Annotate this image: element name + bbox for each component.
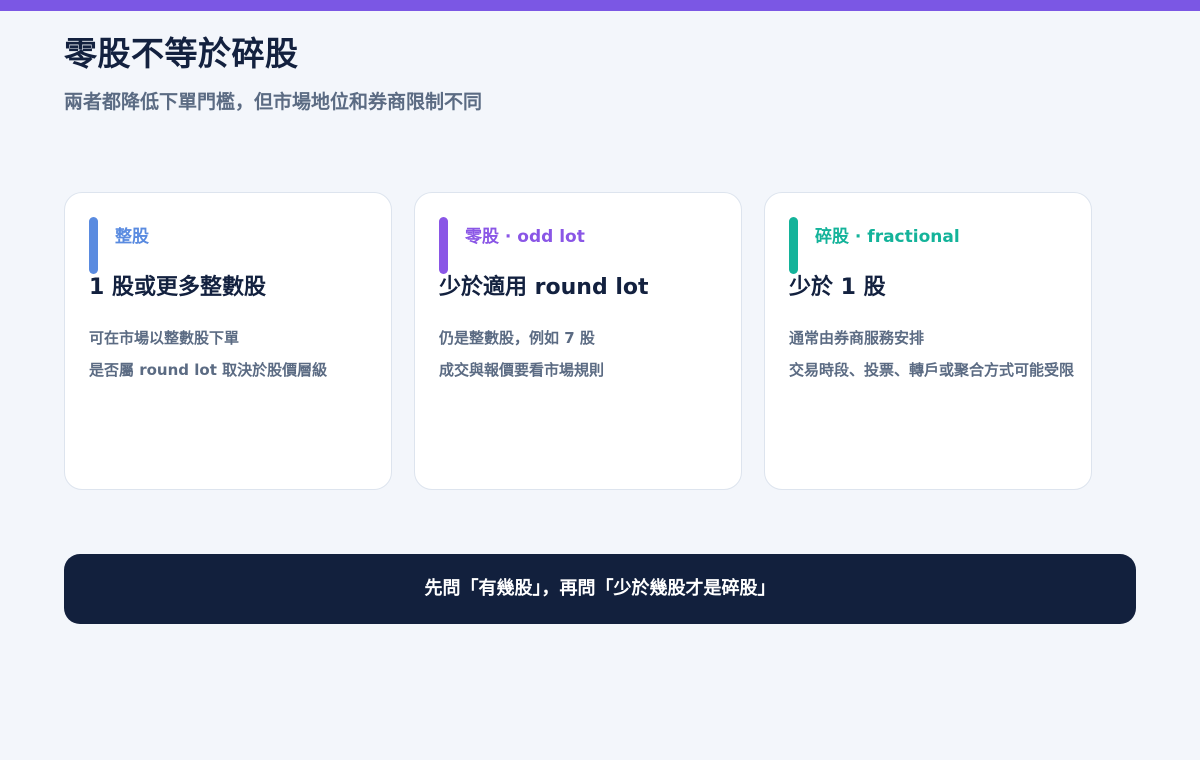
- page-subtitle: 兩者都降低下單門檻，但市場地位和券商限制不同: [64, 91, 483, 113]
- card-fractional: 碎股 · fractional 少於 1 股 通常由券商服務安排 交易時段、投票…: [764, 192, 1092, 490]
- card-tag: 零股 · odd lot: [465, 227, 585, 247]
- card-tag: 碎股 · fractional: [815, 227, 960, 247]
- card-line: 成交與報價要看市場規則: [439, 361, 605, 379]
- card-accent-bar: [789, 217, 798, 274]
- card-whole-share: 整股 1 股或更多整數股 可在市場以整數股下單 是否屬 round lot 取決…: [64, 192, 392, 490]
- card-heading: 少於 1 股: [789, 275, 886, 300]
- card-line: 可在市場以整數股下單: [89, 329, 240, 347]
- top-accent-bar: [0, 0, 1200, 11]
- card-line: 通常由券商服務安排: [789, 329, 925, 347]
- summary-banner: 先問「有幾股」，再問「少於幾股才是碎股」: [64, 554, 1136, 624]
- card-accent-bar: [89, 217, 98, 274]
- card-heading: 1 股或更多整數股: [89, 275, 266, 300]
- card-odd-lot: 零股 · odd lot 少於適用 round lot 仍是整數股，例如 7 股…: [414, 192, 742, 490]
- card-line: 是否屬 round lot 取決於股價層級: [89, 361, 328, 379]
- page-title: 零股不等於碎股: [64, 34, 299, 73]
- card-heading: 少於適用 round lot: [439, 275, 649, 300]
- card-tag: 整股: [115, 227, 149, 247]
- card-line: 交易時段、投票、轉戶或聚合方式可能受限: [789, 361, 1075, 379]
- card-accent-bar: [439, 217, 448, 274]
- card-line: 仍是整數股，例如 7 股: [439, 329, 595, 347]
